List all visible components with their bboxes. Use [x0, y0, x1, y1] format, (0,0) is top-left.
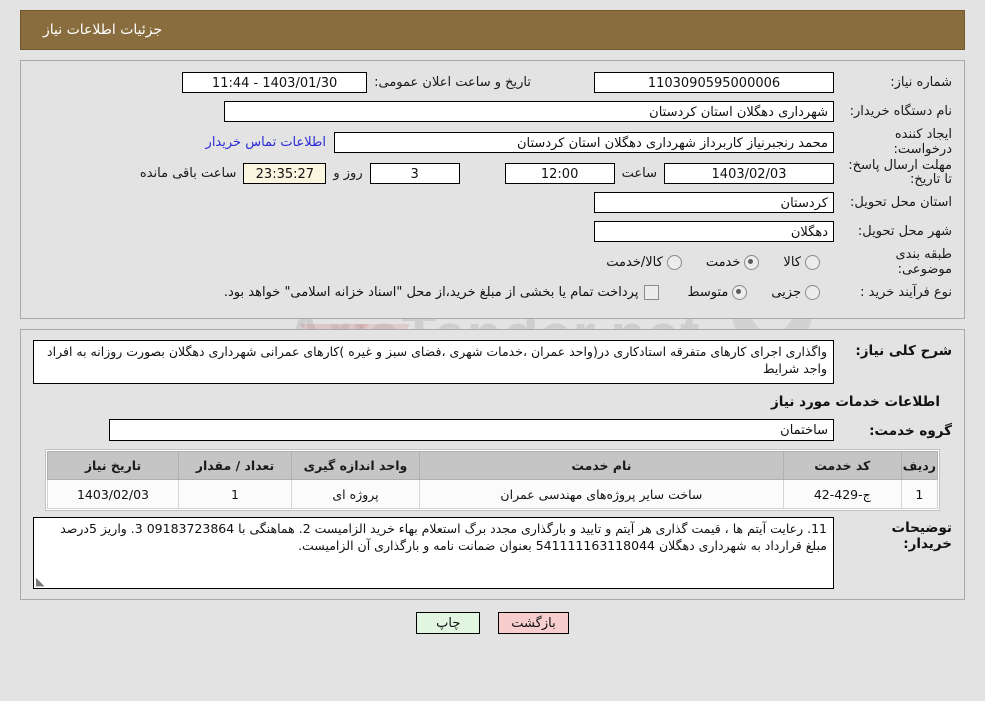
city-field[interactable]: دهگلان [594, 221, 834, 242]
countdown-suffix-label: ساعت باقی مانده [139, 165, 237, 181]
row-buyer-notes: توضیحات خریدار: 11. رعایت آیتم ها ، قیمت… [33, 517, 952, 589]
announce-datetime-label: تاریخ و ساعت اعلان عمومی: [374, 75, 531, 90]
radio-process-medium[interactable] [732, 285, 748, 300]
col-need-date: تاریخ نیاز [47, 451, 179, 480]
print-button[interactable]: چاپ [416, 612, 481, 634]
col-quantity: تعداد / مقدار [178, 451, 292, 480]
category-label: طبقه بندی موضوعی: [895, 247, 953, 277]
deadline-label: مهلت ارسال پاسخ: تا تاریخ: [848, 158, 952, 187]
process-radio-group: جزیی متوسط [685, 285, 834, 300]
radio-category-service[interactable] [744, 254, 760, 270]
back-button[interactable]: بازگشت [498, 612, 569, 634]
service-group-label: گروه خدمت: [869, 423, 952, 439]
service-group-field[interactable]: ساختمان [109, 418, 834, 441]
page-header-bar: جزئیات اطلاعات نیاز [20, 10, 965, 50]
row-category: طبقه بندی موضوعی: کالا خدمت کالا/خدمت [33, 247, 952, 277]
col-name: نام خدمت [419, 451, 784, 480]
description-panel: شرح کلی نیاز: واگذاری اجرای کارهای متفرق… [20, 329, 965, 600]
row-need-number: شماره نیاز: 1103090595000006 تاریخ و ساع… [33, 69, 952, 96]
resize-grip-icon[interactable]: ◢ [36, 575, 46, 588]
province-field[interactable]: کردستان [594, 192, 834, 213]
province-label: استان محل تحویل: [850, 195, 952, 210]
radio-process-medium-label: متوسط [687, 285, 729, 300]
radio-category-goods[interactable] [805, 254, 820, 270]
buyer-org-field[interactable]: شهرداری دهگلان استان کردستان [224, 101, 834, 122]
footer-button-bar: بازگشت چاپ [0, 612, 985, 634]
process-label: نوع فرآیند خرید : [860, 285, 952, 300]
treasury-bonds-label: پرداخت تمام یا بخشی از مبلغ خرید،از محل … [223, 285, 639, 300]
services-table-wrapper: ردیف کد خدمت نام خدمت واحد اندازه گیری ت… [45, 449, 940, 511]
need-number-field[interactable]: 1103090595000006 [594, 72, 834, 93]
deadline-time-field[interactable]: 12:00 [504, 162, 615, 184]
services-section-title: اطلاعات خدمات مورد نیاز [770, 394, 940, 410]
cell-unit: پروژه ای [291, 479, 420, 509]
cell-name: ساخت سایر پروژه‌های مهندسی عمران [419, 479, 784, 509]
description-textarea[interactable]: واگذاری اجرای کارهای متفرقه استادکاری در… [33, 340, 834, 384]
row-creator: ایجاد کننده درخواست: محمد رنجبرنیاز کارب… [33, 127, 952, 157]
countdown-field[interactable]: 23:35:27 [243, 162, 327, 184]
row-deadline: مهلت ارسال پاسخ: تا تاریخ: 1403/02/03 سا… [33, 159, 952, 187]
buyer-notes-textarea[interactable]: 11. رعایت آیتم ها ، قیمت گذاری هر آیتم و… [33, 517, 834, 589]
radio-process-minor-label: جزیی [771, 285, 801, 300]
row-buyer-org: نام دستگاه خریدار: شهرداری دهگلان استان … [33, 98, 952, 125]
category-radio-group: کالا خدمت کالا/خدمت [604, 254, 834, 270]
table-header-row: ردیف کد خدمت نام خدمت واحد اندازه گیری ت… [47, 451, 939, 480]
radio-category-goods-service-label: کالا/خدمت [606, 254, 663, 270]
buyer-notes-label: توضیحات خریدار: [891, 520, 952, 552]
creator-label: ایجاد کننده درخواست: [893, 127, 952, 157]
row-service-group: گروه خدمت: ساختمان [33, 416, 952, 443]
days-remaining-field[interactable]: 3 [369, 162, 460, 184]
col-unit: واحد اندازه گیری [291, 451, 420, 480]
city-label: شهر محل تحویل: [857, 224, 952, 239]
cell-index: 1 [900, 479, 939, 509]
radio-category-goods-service[interactable] [666, 254, 682, 270]
treasury-bonds-checkbox[interactable] [644, 285, 660, 300]
radio-process-minor[interactable] [805, 285, 820, 300]
announce-datetime-field[interactable]: 1403/01/30 - 11:44 [182, 72, 368, 93]
cell-need-date: 1403/02/03 [47, 479, 179, 509]
need-info-panel: شماره نیاز: 1103090595000006 تاریخ و ساع… [20, 60, 965, 319]
radio-category-service-label: خدمت [705, 254, 741, 270]
row-general-description: شرح کلی نیاز: واگذاری اجرای کارهای متفرق… [33, 340, 952, 384]
page-title: جزئیات اطلاعات نیاز [43, 22, 163, 38]
table-row[interactable]: 1 ج-429-42 ساخت سایر پروژه‌های مهندسی عم… [47, 479, 939, 509]
page-root: جزئیات اطلاعات نیاز شماره نیاز: 11030905… [0, 10, 985, 634]
col-index: ردیف [900, 451, 939, 480]
services-table: ردیف کد خدمت نام خدمت واحد اندازه گیری ت… [47, 451, 939, 509]
row-process-type: نوع فرآیند خرید : جزیی متوسط پرداخت تمام… [33, 279, 952, 306]
row-province: استان محل تحویل: کردستان [33, 189, 952, 216]
creator-field[interactable]: محمد رنجبرنیاز کاربرداز شهرداری دهگلان ا… [334, 131, 834, 153]
days-unit-label: روز و [333, 165, 363, 181]
cell-code: ج-429-42 [782, 479, 902, 509]
buyer-contact-link[interactable]: اطلاعات تماس خریدار [198, 135, 334, 150]
radio-category-goods-label: کالا [783, 254, 801, 270]
description-label: شرح کلی نیاز: [855, 343, 952, 359]
buyer-notes-text: 11. رعایت آیتم ها ، قیمت گذاری هر آیتم و… [60, 521, 827, 553]
need-number-label: شماره نیاز: [890, 75, 952, 90]
buyer-org-label: نام دستگاه خریدار: [849, 104, 952, 119]
col-code: کد خدمت [782, 451, 902, 480]
cell-quantity: 1 [178, 479, 292, 509]
deadline-hour-label: ساعت [621, 165, 657, 181]
row-city: شهر محل تحویل: دهگلان [33, 218, 952, 245]
deadline-date-field[interactable]: 1403/02/03 [664, 162, 834, 184]
